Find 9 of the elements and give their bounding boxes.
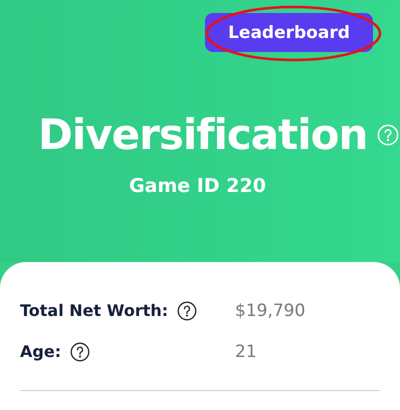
game-id: Game ID 220 bbox=[128, 175, 267, 197]
stat-label: Total Net Worth: bbox=[20, 301, 168, 320]
help-icon[interactable] bbox=[177, 300, 198, 320]
game-title: Diversification bbox=[38, 110, 368, 159]
leaderboard-button[interactable]: Leaderboard bbox=[205, 13, 373, 52]
help-icon[interactable] bbox=[70, 342, 90, 362]
stat-label: Age: bbox=[20, 342, 62, 361]
stat-value: 21 bbox=[235, 342, 257, 362]
stat-value: $19,790 bbox=[235, 300, 306, 320]
